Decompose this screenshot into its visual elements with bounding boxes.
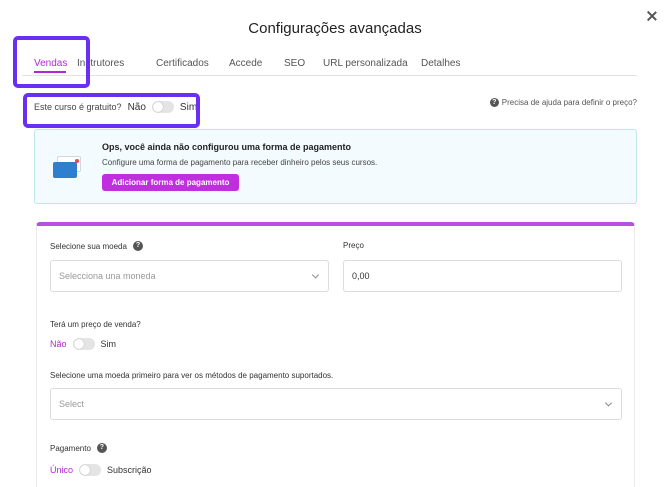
payment-methods-label: Selecione uma moeda primeiro para ver os… — [50, 371, 334, 380]
payment-type-toggle[interactable] — [79, 464, 102, 476]
payment-methods-select[interactable]: Select — [50, 388, 622, 420]
tab-highlight-box — [13, 36, 90, 88]
pricing-help-link[interactable]: ? Precisa de ajuda para definir o preço? — [489, 98, 637, 107]
sale-price-no: Não — [50, 339, 67, 349]
sale-price-yes: Sim — [100, 339, 117, 349]
payment-help-icon[interactable]: ? — [96, 443, 107, 453]
sale-price-row: Não Sim — [50, 338, 116, 350]
sale-price-label: Terá um preço de venda? — [50, 320, 141, 329]
payment-single: Único — [50, 465, 74, 475]
pricing-help-text: Precisa de ajuda para definir o preço? — [501, 98, 637, 107]
payment-methods-placeholder: Select — [59, 399, 85, 409]
credit-card-icon — [53, 156, 83, 178]
pricing-panel: Selecione sua moeda ? Selecciona una mon… — [36, 222, 635, 487]
payment-label: Pagamento ? — [50, 443, 107, 453]
price-input[interactable]: 0,00 — [343, 260, 622, 292]
payment-alert: Ops, você ainda não configurou uma forma… — [34, 129, 637, 204]
tab-accede[interactable]: Accede — [229, 58, 262, 69]
question-icon: ? — [489, 98, 499, 107]
currency-placeholder: Selecciona una moneda — [59, 271, 156, 281]
tab-url-personalizada[interactable]: URL personalizada — [323, 58, 408, 69]
sale-price-toggle[interactable] — [72, 338, 95, 350]
chevron-down-icon — [604, 399, 613, 407]
tab-certificados[interactable]: Certificados — [156, 58, 209, 69]
currency-help-icon[interactable]: ? — [132, 241, 143, 251]
tab-bar: Vendas Instrutores Certificados Accede S… — [22, 58, 637, 76]
chevron-down-icon — [311, 271, 320, 279]
dialog-title: Configurações avançadas — [248, 20, 422, 37]
alert-text: Configure uma forma de pagamento para re… — [102, 158, 378, 167]
alert-title: Ops, você ainda não configurou uma forma… — [102, 142, 352, 152]
free-course-highlight-box — [23, 93, 200, 128]
add-payment-method-button[interactable]: Adicionar forma de pagamento — [102, 174, 239, 191]
payment-subscription: Subscrição — [107, 465, 152, 475]
currency-label: Selecione sua moeda ? — [50, 241, 143, 251]
payment-type-row: Único Subscrição — [50, 464, 152, 476]
tab-seo[interactable]: SEO — [284, 58, 305, 69]
tab-detalhes[interactable]: Detalhes — [421, 58, 460, 69]
price-label: Preço — [343, 241, 364, 250]
close-icon[interactable] — [646, 10, 658, 22]
currency-select[interactable]: Selecciona una moneda — [50, 260, 329, 292]
price-value: 0,00 — [352, 271, 370, 281]
